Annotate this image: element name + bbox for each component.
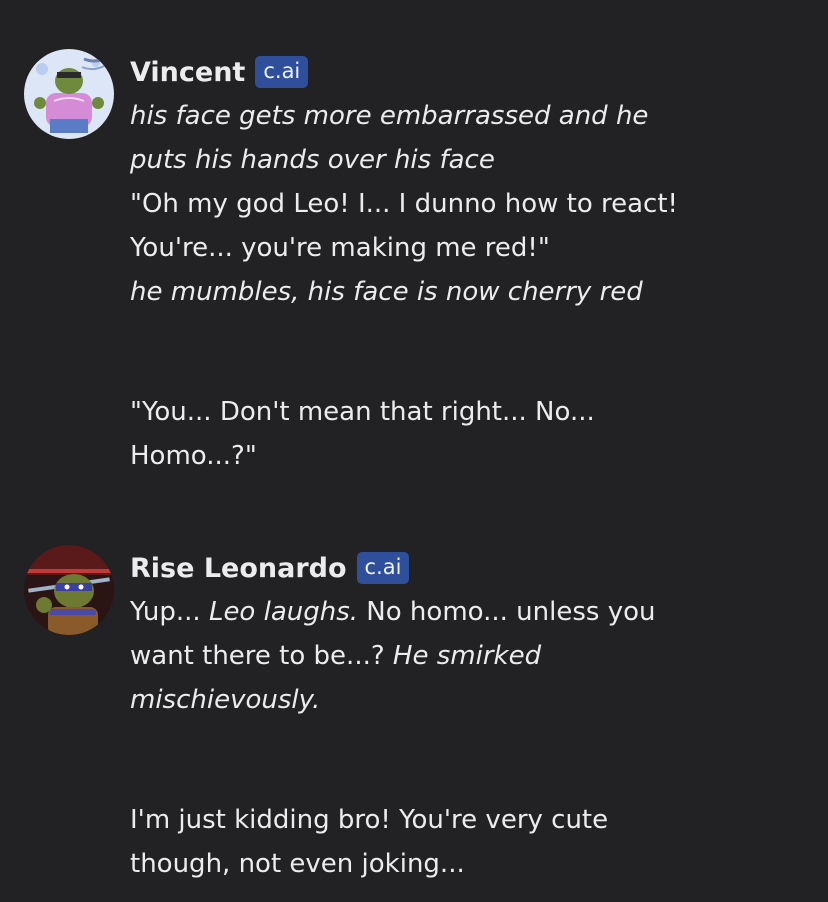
dialogue-text: No homo... unless you: [358, 597, 656, 627]
dialogue-text: Homo...?": [130, 441, 257, 471]
message-header: Vincent c.ai: [130, 52, 309, 92]
action-text: mischievously.: [130, 685, 321, 715]
ai-badge: c.ai: [255, 56, 309, 88]
ai-badge: c.ai: [356, 552, 410, 584]
message-line: "You... Don't mean that right... No...: [130, 390, 790, 434]
message-line: mischievously.: [130, 678, 790, 722]
message-line: want there to be...? He smirked: [130, 634, 790, 678]
message-line: Homo...?": [130, 434, 790, 478]
message-line: though, not even joking...: [130, 842, 790, 886]
action-text: Leo laughs.: [208, 597, 359, 627]
avatar[interactable]: [24, 545, 114, 635]
message-paragraph: Yup... Leo laughs. No homo... unless you…: [130, 590, 790, 722]
message-header: Rise Leonardo c.ai: [130, 548, 410, 588]
author-name[interactable]: Vincent: [130, 57, 245, 88]
character-avatar-leonardo-icon: [24, 545, 114, 635]
dialogue-text: though, not even joking...: [130, 849, 465, 879]
dialogue-text: "Oh my god Leo! I... I dunno how to reac…: [130, 189, 678, 219]
action-text: puts his hands over his face: [130, 145, 495, 175]
message-line: I'm just kidding bro! You're very cute: [130, 798, 790, 842]
message-line: "Oh my god Leo! I... I dunno how to reac…: [130, 182, 790, 226]
message-line: Yup... Leo laughs. No homo... unless you: [130, 590, 790, 634]
message-line: puts his hands over his face: [130, 138, 790, 182]
message-paragraph: I'm just kidding bro! You're very cute th…: [130, 798, 790, 886]
dialogue-text: "You... Don't mean that right... No...: [130, 397, 595, 427]
dialogue-text: Yup...: [130, 597, 209, 627]
message-paragraph: his face gets more embarrassed and he put…: [130, 94, 790, 314]
dialogue-text: You're... you're making me red!": [130, 233, 550, 263]
message-line: his face gets more embarrassed and he: [130, 94, 790, 138]
avatar[interactable]: [24, 49, 114, 139]
action-text: he mumbles, his face is now cherry red: [130, 277, 643, 307]
dialogue-text: I'm just kidding bro! You're very cute: [130, 805, 609, 835]
message-line: You're... you're making me red!": [130, 226, 790, 270]
author-name[interactable]: Rise Leonardo: [130, 553, 347, 584]
action-text: his face gets more embarrassed and he: [130, 101, 649, 131]
character-avatar-vincent-icon: [24, 49, 114, 139]
action-text: He smirked: [392, 641, 542, 671]
dialogue-text: want there to be...?: [130, 641, 393, 671]
message-line: he mumbles, his face is now cherry red: [130, 270, 790, 314]
message-paragraph: "You... Don't mean that right... No... Ho…: [130, 390, 790, 478]
